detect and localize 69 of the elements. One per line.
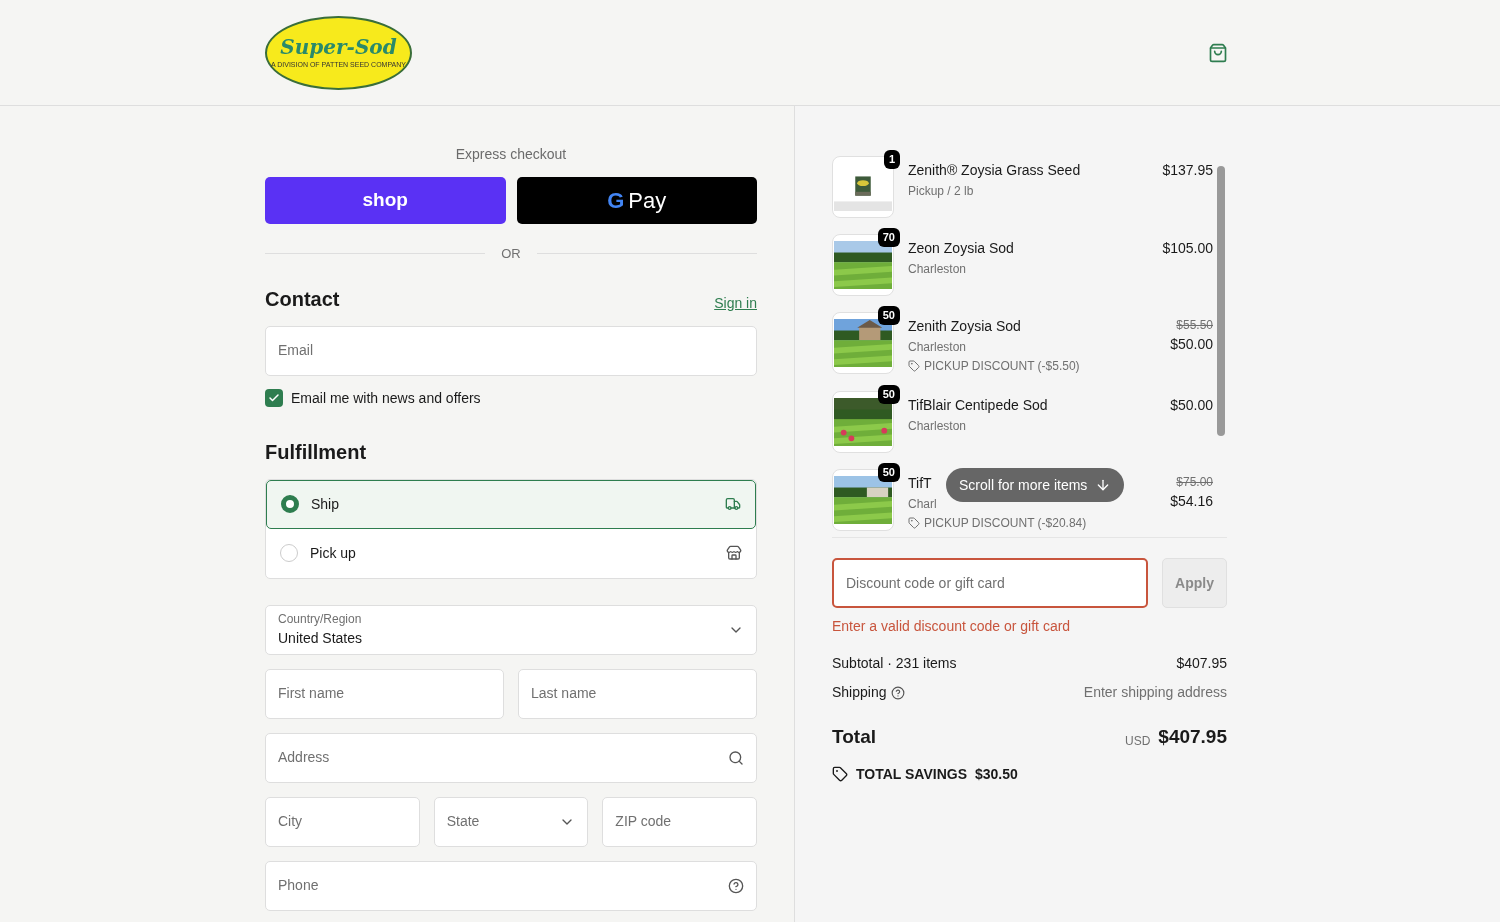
product-detail: Charl <box>908 496 937 513</box>
scrollbar-thumb[interactable] <box>1217 166 1225 436</box>
product-name: TifBlair Centipede Sod <box>908 396 1048 415</box>
shopping-bag-icon[interactable] <box>1208 42 1228 63</box>
subtotal-label: Subtotal · 231 items <box>832 654 957 673</box>
currency-label: USD <box>1124 732 1151 750</box>
country-select[interactable]: Country/Region United States <box>265 604 757 655</box>
apply-button[interactable]: Apply <box>1162 558 1227 608</box>
radio-button[interactable] <box>281 495 299 513</box>
scroll-hint-button[interactable]: Scroll for more items <box>946 468 1125 502</box>
fulfillment-option[interactable]: Ship <box>266 479 756 529</box>
total-label: Total <box>832 725 876 749</box>
product-price: $137.95 <box>1162 161 1213 180</box>
quantity-badge: 1 <box>883 150 900 169</box>
total-savings-label: TOTAL SAVINGS <box>856 764 967 784</box>
express-checkout-title: Express checkout <box>454 145 568 164</box>
tag-icon <box>908 517 920 529</box>
address-field[interactable]: Address <box>265 732 757 783</box>
product-detail: Pickup / 2 lb <box>908 183 974 200</box>
quantity-badge: 50 <box>877 463 900 482</box>
phone-field[interactable]: Phone <box>265 860 757 911</box>
search-icon <box>728 749 744 766</box>
shipping-label: Shipping <box>832 683 887 702</box>
discount-code-field[interactable]: Discount code or gift card <box>832 558 1148 608</box>
product-name: Zenith Zoysia Sod <box>908 317 1021 336</box>
help-icon <box>728 877 744 894</box>
product-price: $50.00 <box>1170 396 1213 415</box>
error-message: Enter a valid discount code or gift card <box>832 617 1072 636</box>
quantity-badge: 70 <box>877 228 900 247</box>
total-savings-amount: $30.50 <box>975 764 1018 784</box>
product-price: $105.00 <box>1162 239 1213 258</box>
shop-pay-button[interactable]: shop <box>265 177 506 224</box>
contact-heading: Contact <box>265 286 340 312</box>
discount-label: PICKUP DISCOUNT (-$20.84) <box>924 515 1087 532</box>
total-amount: $407.95 <box>1158 725 1227 749</box>
truck-icon <box>725 496 741 512</box>
product-detail: Charleston <box>908 339 967 356</box>
original-price: $75.00 <box>1176 474 1213 491</box>
discount-label: PICKUP DISCOUNT (-$5.50) <box>924 358 1080 375</box>
check-icon <box>268 392 280 404</box>
city-field[interactable]: City <box>265 796 420 847</box>
fulfillment-heading: Fulfillment <box>265 439 368 465</box>
help-icon[interactable] <box>890 685 905 700</box>
google-pay-button[interactable]: G Pay <box>516 177 757 224</box>
quantity-badge: 50 <box>877 385 900 404</box>
newsletter-label: Email me with news and offers <box>291 388 481 408</box>
tag-icon <box>908 360 920 372</box>
product-name: TifT <box>908 474 932 493</box>
subtotal-amount: $407.95 <box>1176 654 1227 673</box>
newsletter-checkbox[interactable] <box>265 389 283 407</box>
product-detail: Charleston <box>908 261 967 278</box>
last-name-field[interactable]: Last name <box>518 668 757 719</box>
fulfillment-option[interactable]: Pick up <box>266 528 756 578</box>
product-name: Zenith® Zoysia Grass Seed <box>908 161 1081 180</box>
product-detail: Charleston <box>908 418 967 435</box>
or-divider-label: OR <box>501 245 521 263</box>
tag-icon <box>832 766 848 782</box>
quantity-badge: 50 <box>877 306 900 325</box>
product-price: $54.16 <box>1170 492 1213 511</box>
zip-code-field[interactable]: ZIP code <box>602 796 757 847</box>
shipping-amount: Enter shipping address <box>1083 683 1227 702</box>
store-icon <box>726 545 742 561</box>
email-field[interactable]: Email <box>265 325 757 376</box>
first-name-field[interactable]: First name <box>265 668 504 719</box>
product-price: $50.00 <box>1170 335 1213 354</box>
sign-in-link[interactable]: Sign in <box>714 292 757 314</box>
original-price: $55.50 <box>1176 317 1213 334</box>
state-select[interactable]: State <box>433 796 589 847</box>
product-name: Zeon Zoysia Sod <box>908 239 1014 258</box>
